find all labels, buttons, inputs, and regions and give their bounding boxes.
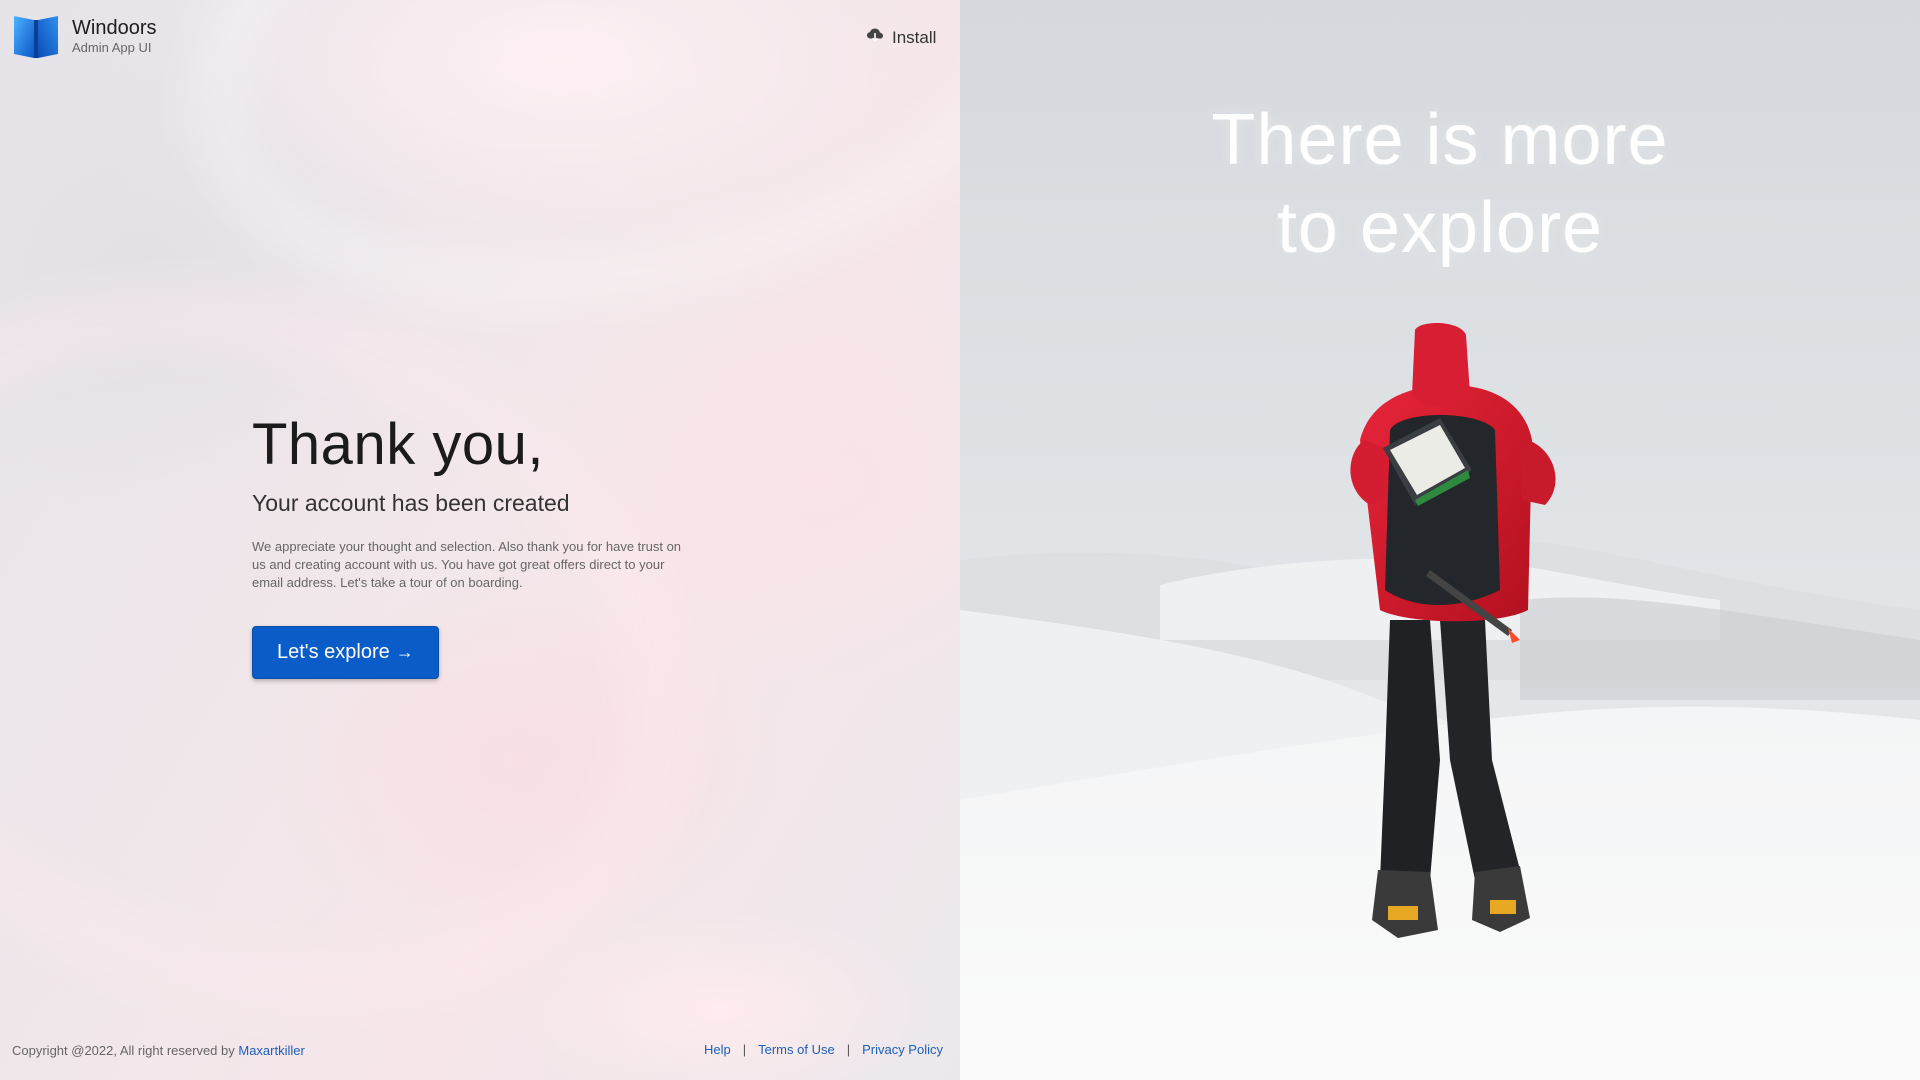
install-label: Install <box>892 27 937 47</box>
lets-explore-button[interactable]: Let's explore → <box>252 626 439 679</box>
signup-success-panel: Windoors Admin App UI Install Thank you,… <box>0 0 960 1080</box>
author-link[interactable]: Maxartkiller <box>238 1043 304 1058</box>
arrow-right-icon: → <box>395 642 414 662</box>
terms-of-use-link[interactable]: Terms of Use <box>758 1042 835 1057</box>
help-link[interactable]: Help <box>704 1042 731 1057</box>
hero-title: There is more to explore <box>960 96 1920 272</box>
privacy-policy-link[interactable]: Privacy Policy <box>862 1042 943 1057</box>
footer-links: Help | Terms of Use | Privacy Policy <box>704 1042 943 1057</box>
brand-subtitle: Admin App UI <box>72 40 152 55</box>
description-text: We appreciate your thought and selection… <box>252 539 682 590</box>
success-content: Thank you, Your account has been created… <box>252 410 712 679</box>
hero-title-line-1: There is more <box>1211 100 1669 180</box>
page-title: Thank you, <box>252 412 544 477</box>
hero-image-panel: There is more to explore <box>960 0 1920 1080</box>
copyright: Copyright @2022, All right reserved by M… <box>12 1043 305 1058</box>
link-separator: | <box>846 1042 851 1057</box>
hero-title-line-2: to explore <box>1276 188 1604 268</box>
brand[interactable]: Windoors Admin App UI <box>12 12 156 60</box>
copyright-text: Copyright @2022, All right reserved by <box>12 1043 239 1058</box>
cta-label: Let's explore <box>277 641 390 663</box>
windoors-logo-icon <box>12 12 60 60</box>
brand-name: Windoors <box>72 17 157 39</box>
page-subtitle: Your account has been created <box>252 490 570 516</box>
cloud-download-icon <box>866 26 884 49</box>
link-separator: | <box>742 1042 747 1057</box>
install-button[interactable]: Install <box>866 26 936 49</box>
